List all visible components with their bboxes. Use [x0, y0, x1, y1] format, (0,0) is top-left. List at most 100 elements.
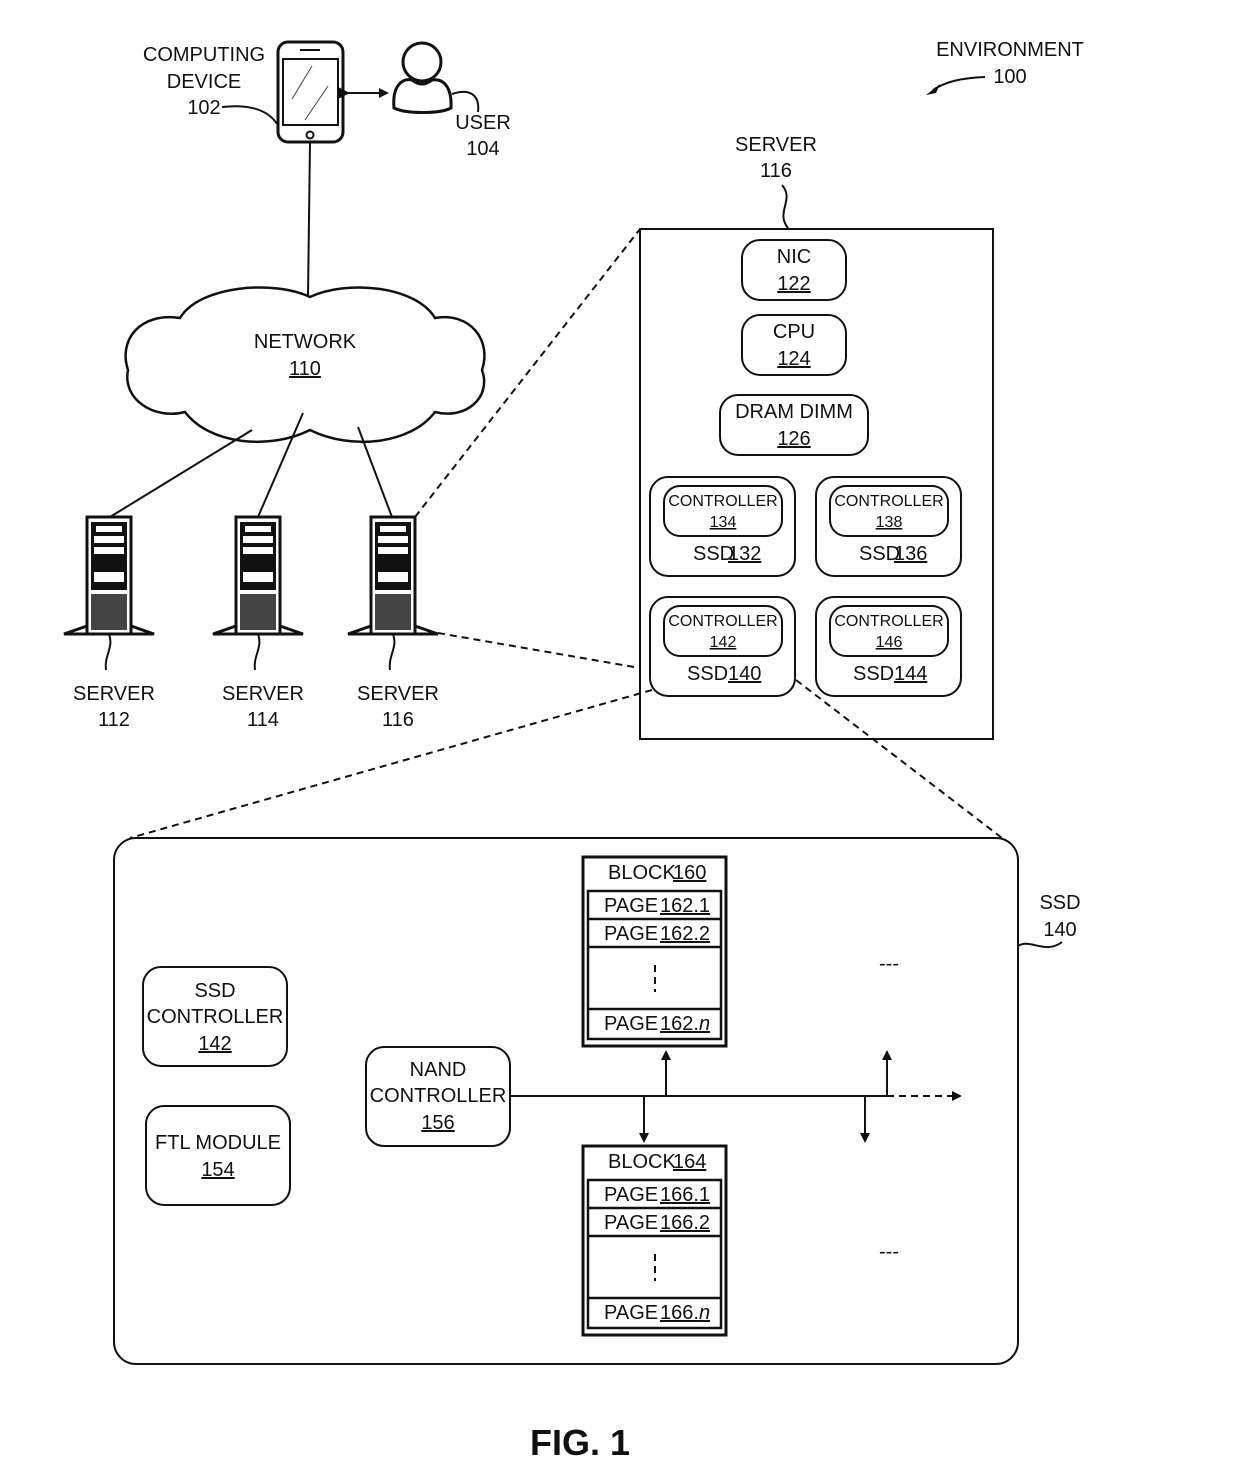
- page-ref: 162.1: [660, 895, 710, 917]
- more-blocks-ellipsis-top: ---: [879, 953, 899, 975]
- server-leader: [104, 633, 112, 671]
- page-ref-suffix: n: [699, 1302, 710, 1324]
- page-166-2: PAGE 166.2: [604, 1212, 710, 1234]
- server-112: SERVER 112: [63, 515, 155, 731]
- ftl-module-label: FTL MODULE: [155, 1132, 281, 1154]
- server-detail-ref: 116: [760, 160, 792, 182]
- controller-label: CONTROLLER: [834, 613, 943, 630]
- server-116-detail: SERVER 116 NIC 122 CPU 124 DRAM DIMM 126…: [639, 134, 994, 740]
- ssd-controller-label-1: SSD: [194, 980, 235, 1002]
- block-160: BLOCK 160 PAGE 162.1 PAGE 162.2 PAGE 162…: [581, 855, 728, 1048]
- network-ref: 110: [289, 358, 321, 380]
- zoom-line-bottom: [437, 632, 641, 669]
- controller-label: CONTROLLER: [668, 613, 777, 630]
- server-tower-icon: [347, 515, 439, 636]
- user: USER 104: [392, 41, 511, 160]
- user-ref: 104: [466, 138, 499, 160]
- user-label: USER: [455, 112, 511, 134]
- user-icon: [392, 41, 453, 114]
- ssd-ref: 136: [894, 543, 927, 565]
- server-label: SERVER: [73, 683, 155, 705]
- page-label: PAGE: [604, 1302, 658, 1324]
- cpu-label: CPU: [773, 321, 815, 343]
- page-ref: 166.2: [660, 1212, 710, 1234]
- server-114: SERVER 114: [212, 515, 304, 731]
- dram-ref: 126: [777, 428, 810, 450]
- controller-ref: 134: [710, 514, 737, 531]
- page-ref-suffix: n: [699, 1013, 710, 1035]
- environment-label: ENVIRONMENT 100: [926, 39, 1084, 95]
- ssd-144: CONTROLLER 146 SSD 144: [815, 596, 962, 697]
- computing-device-label-1: COMPUTING: [143, 44, 265, 66]
- more-blocks-ellipsis-bottom: ---: [879, 1241, 899, 1263]
- page-label: PAGE: [604, 923, 658, 945]
- server-label: SERVER: [222, 683, 304, 705]
- environment-ref: 100: [993, 66, 1026, 88]
- page-ref-prefix: 162.: [660, 1013, 699, 1035]
- ssd-ref: 132: [728, 543, 761, 565]
- ssd-detail-frame: [113, 837, 1019, 1365]
- block-ref: 164: [673, 1151, 706, 1173]
- ftl-module-154: FTL MODULE 154: [145, 1105, 291, 1206]
- cpu-component: CPU 124: [741, 314, 847, 376]
- ssd-controller-label-2: CONTROLLER: [147, 1006, 284, 1028]
- figure-caption: FIG. 1: [530, 1422, 630, 1463]
- controller-ref: 138: [876, 514, 903, 531]
- server-leader: [253, 633, 261, 671]
- environment-title: ENVIRONMENT: [936, 39, 1084, 61]
- computing-device-leader: [221, 105, 278, 125]
- cpu-ref: 124: [777, 348, 810, 370]
- ssd-136: CONTROLLER 138 SSD 136: [815, 476, 962, 577]
- block-164: BLOCK 164 PAGE 166.1 PAGE 166.2 PAGE 166…: [581, 1144, 728, 1337]
- page-162-2: PAGE 162.2: [604, 923, 710, 945]
- page-166-1: PAGE 166.1: [604, 1184, 710, 1206]
- controller-ref: 142: [710, 634, 737, 651]
- ftl-module-ref: 154: [201, 1159, 234, 1181]
- block-label: BLOCK: [608, 1151, 676, 1173]
- ssd-controller-ref: 142: [198, 1033, 231, 1055]
- computing-device-label-2: DEVICE: [167, 71, 241, 93]
- server-leader: [388, 633, 396, 671]
- network-server-112-link: [109, 429, 253, 518]
- environment-leader-arrow: [932, 76, 986, 91]
- nic-component: NIC 122: [741, 239, 847, 301]
- nand-controller-156: NAND CONTROLLER 156: [365, 1046, 511, 1147]
- network-label: NETWORK: [254, 331, 357, 353]
- ssd-ref: 140: [728, 663, 761, 685]
- ssd-140: CONTROLLER 142 SSD 140: [649, 596, 796, 697]
- server-ref: 112: [98, 709, 130, 731]
- network-cloud: NETWORK 110: [124, 286, 486, 444]
- page-label: PAGE: [604, 1212, 658, 1234]
- controller-label: CONTROLLER: [668, 493, 777, 510]
- svg-text:162.n: 162.n: [660, 1013, 710, 1035]
- svg-text:166.n: 166.n: [660, 1302, 710, 1324]
- block-ref: 160: [673, 862, 706, 884]
- page-label: PAGE: [604, 1184, 658, 1206]
- environment-arrowhead-icon: [926, 84, 940, 95]
- page-162-1: PAGE 162.1: [604, 895, 710, 917]
- controller-label: CONTROLLER: [834, 493, 943, 510]
- ssd-140-detail: SSD 140 SSD CONTROLLER 142 FTL MODULE 15…: [113, 837, 1081, 1365]
- page-ref: 162.2: [660, 923, 710, 945]
- nic-ref: 122: [777, 273, 810, 295]
- server-detail-leader: [781, 184, 789, 229]
- nand-controller-label-2: CONTROLLER: [370, 1085, 507, 1107]
- device-network-link: [307, 141, 311, 297]
- ssd-label: SSD: [687, 663, 728, 685]
- ssd-detail-ref: 140: [1043, 919, 1076, 941]
- dram-label: DRAM DIMM: [735, 401, 853, 423]
- page-ref: 166.1: [660, 1184, 710, 1206]
- ssd-ref: 144: [894, 663, 927, 685]
- user-leader: [451, 90, 480, 113]
- ssd-label: SSD: [853, 663, 894, 685]
- environment-diagram: ENVIRONMENT 100 COMPUTING DEVICE 102 USE…: [63, 39, 1084, 1463]
- block-label: BLOCK: [608, 862, 676, 884]
- computing-device: COMPUTING DEVICE 102: [143, 40, 389, 297]
- ssd-detail-leader: [1017, 941, 1063, 948]
- server-ref: 116: [382, 709, 414, 731]
- server-label: SERVER: [357, 683, 439, 705]
- controller-ref: 146: [876, 634, 903, 651]
- server-detail-label: SERVER: [735, 134, 817, 156]
- page-label: PAGE: [604, 895, 658, 917]
- nic-label: NIC: [777, 246, 811, 268]
